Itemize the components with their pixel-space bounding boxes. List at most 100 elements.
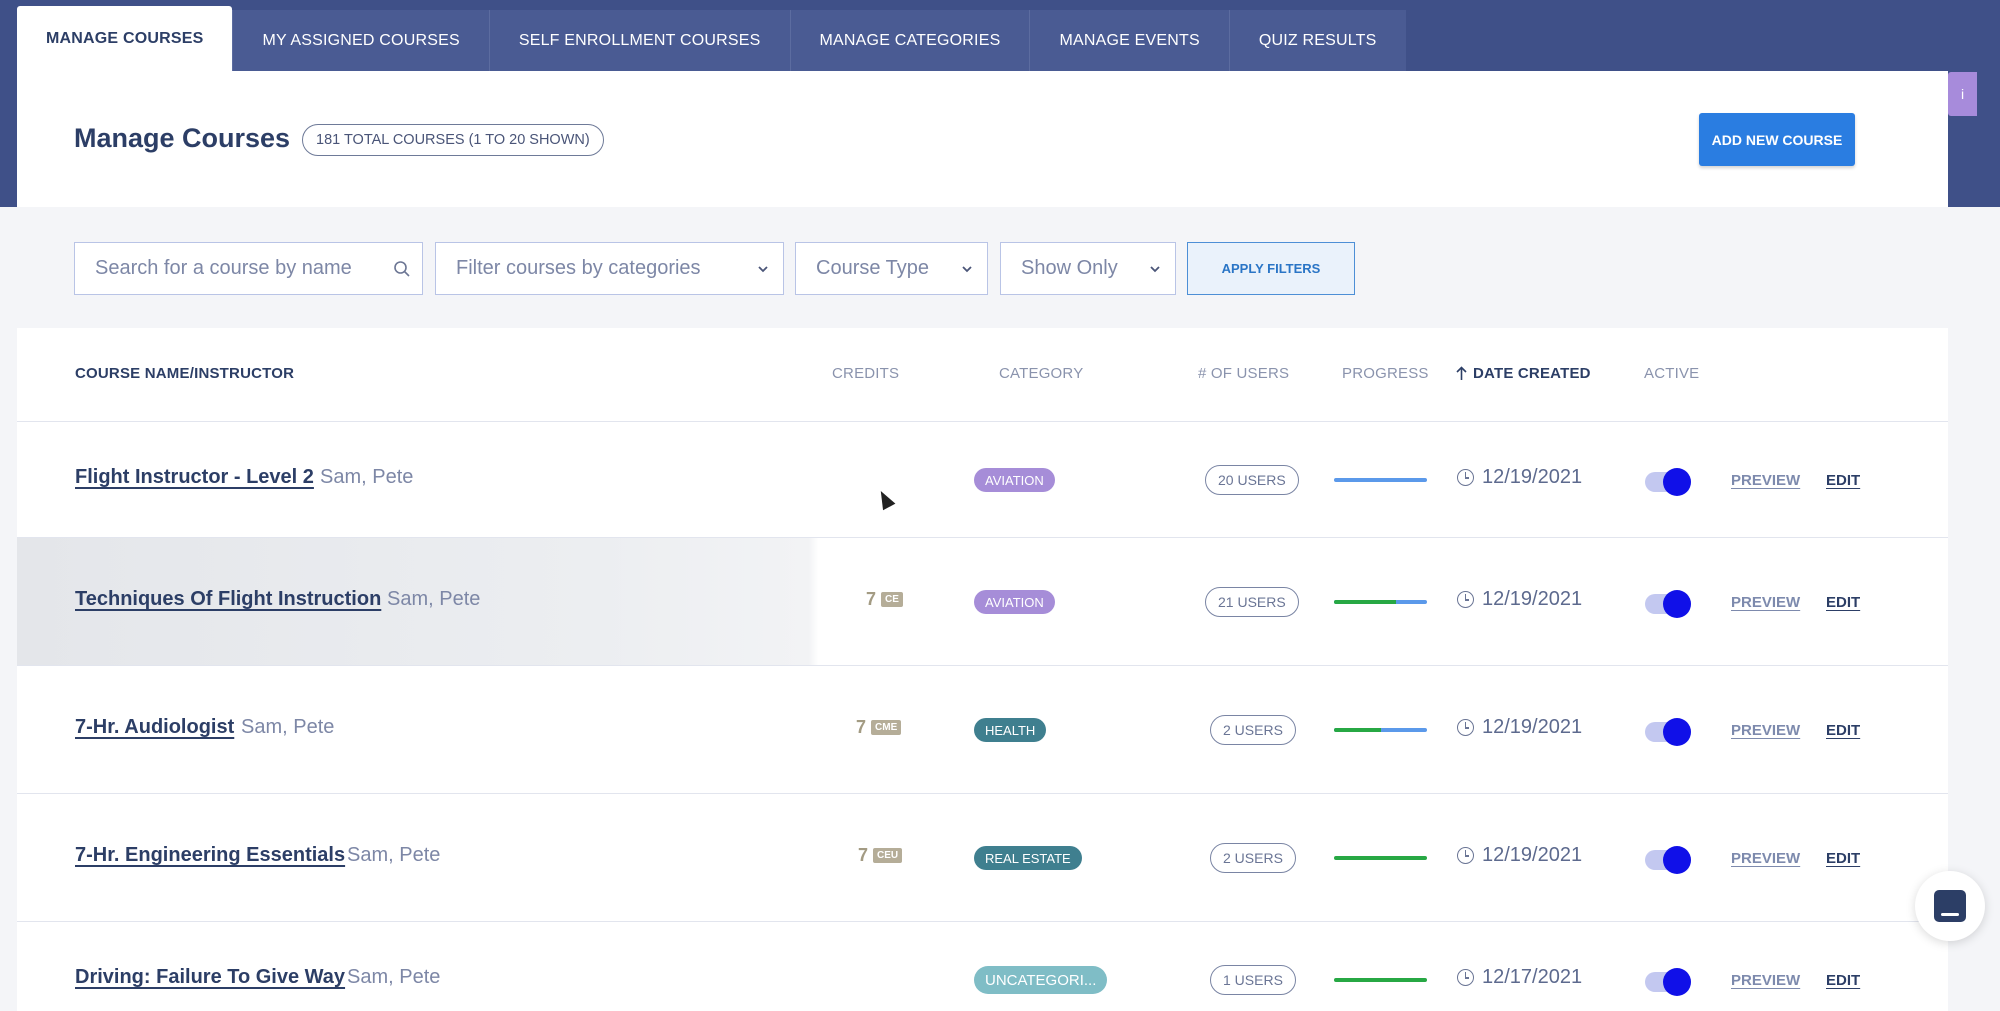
table-row: 7-Hr. Audiologist Sam, Pete 7 CME HEALTH … [17, 666, 1948, 794]
toggle-knob [1663, 468, 1691, 496]
tab-bar: MANAGE COURSES MY ASSIGNED COURSES SELF … [17, 6, 1406, 71]
tab-self-enrollment-courses[interactable]: SELF ENROLLMENT COURSES [488, 10, 790, 71]
date-created: 12/19/2021 [1457, 588, 1582, 611]
category-badge: AVIATION [974, 590, 1055, 614]
users-count-badge[interactable]: 1 USERS [1210, 965, 1296, 995]
progress-bar [1334, 978, 1427, 982]
category-badge: AVIATION [974, 468, 1055, 492]
chat-icon [1934, 890, 1966, 922]
clock-icon [1457, 719, 1474, 736]
column-date-created[interactable]: DATE CREATED [1455, 365, 1591, 382]
users-count-badge[interactable]: 2 USERS [1210, 843, 1296, 873]
table-header: COURSE NAME/INSTRUCTOR CREDITS CATEGORY … [17, 328, 1948, 422]
credit-type-badge: CEU [873, 848, 903, 863]
column-category[interactable]: CATEGORY [999, 365, 1083, 382]
instructor-name: Sam, Pete [347, 844, 441, 866]
toggle-knob [1663, 968, 1691, 996]
table-row: 7-Hr. Engineering Essentials Sam, Pete 7… [17, 794, 1948, 922]
progress-bar [1334, 478, 1427, 482]
instructor-name: Sam, Pete [347, 966, 441, 988]
chevron-down-icon [743, 264, 783, 274]
side-info-tab[interactable]: i [1948, 72, 1977, 116]
date-text: 12/17/2021 [1482, 966, 1583, 988]
progress-bar [1334, 600, 1427, 604]
column-progress[interactable]: PROGRESS [1342, 365, 1429, 382]
active-toggle[interactable] [1645, 968, 1691, 996]
progress-bar [1334, 856, 1427, 860]
date-created: 12/19/2021 [1457, 466, 1582, 489]
preview-link[interactable]: PREVIEW [1731, 472, 1800, 489]
table-row: Techniques Of Flight Instruction Sam, Pe… [17, 538, 1948, 666]
date-text: 12/19/2021 [1482, 716, 1583, 738]
show-only-select[interactable]: Show Only [1000, 242, 1176, 295]
course-count-badge: 181 TOTAL COURSES (1 TO 20 SHOWN) [302, 124, 604, 156]
chevron-down-icon [947, 264, 987, 274]
users-count-badge[interactable]: 20 USERS [1205, 465, 1299, 495]
clock-icon [1457, 591, 1474, 608]
edit-link[interactable]: EDIT [1826, 472, 1860, 489]
credits-value: 7 CE [866, 589, 903, 610]
preview-link[interactable]: PREVIEW [1731, 972, 1800, 989]
course-name-link[interactable]: 7-Hr. Audiologist [75, 716, 234, 739]
progress-bar [1334, 728, 1427, 732]
date-created: 12/19/2021 [1457, 716, 1582, 739]
preview-link[interactable]: PREVIEW [1731, 722, 1800, 739]
credits-value: 7 CME [856, 717, 902, 738]
course-name-link[interactable]: 7-Hr. Engineering Essentials [75, 844, 345, 867]
courses-table: COURSE NAME/INSTRUCTOR CREDITS CATEGORY … [17, 328, 1948, 1011]
table-row: Driving: Failure To Give Way Sam, Pete U… [17, 922, 1948, 1011]
chat-launcher-button[interactable] [1915, 871, 1985, 941]
date-created: 12/19/2021 [1457, 844, 1582, 867]
tab-quiz-results[interactable]: QUIZ RESULTS [1228, 10, 1406, 71]
toggle-knob [1663, 718, 1691, 746]
toggle-knob [1663, 846, 1691, 874]
column-active[interactable]: ACTIVE [1644, 365, 1699, 382]
clock-icon [1457, 969, 1474, 986]
add-new-course-button[interactable]: ADD NEW COURSE [1699, 113, 1855, 166]
active-toggle[interactable] [1645, 590, 1691, 618]
tab-manage-events[interactable]: MANAGE EVENTS [1029, 10, 1229, 71]
edit-link[interactable]: EDIT [1826, 722, 1860, 739]
page-title: Manage Courses [74, 123, 291, 153]
date-text: 12/19/2021 [1482, 588, 1583, 610]
search-input[interactable]: Search for a course by name [74, 242, 423, 295]
users-count-badge[interactable]: 2 USERS [1210, 715, 1296, 745]
column-date-created-label: DATE CREATED [1473, 365, 1591, 382]
chevron-down-icon [1135, 264, 1175, 274]
column-users[interactable]: # OF USERS [1198, 365, 1289, 382]
apply-filters-button[interactable]: APPLY FILTERS [1187, 242, 1355, 295]
preview-link[interactable]: PREVIEW [1731, 594, 1800, 611]
users-count-badge[interactable]: 21 USERS [1205, 587, 1299, 617]
edit-link[interactable]: EDIT [1826, 850, 1860, 867]
category-badge: REAL ESTATE [974, 846, 1082, 870]
clock-icon [1457, 847, 1474, 864]
tab-my-assigned-courses[interactable]: MY ASSIGNED COURSES [232, 10, 489, 71]
toggle-knob [1663, 590, 1691, 618]
course-name-link[interactable]: Flight Instructor - Level 2 [75, 466, 314, 489]
course-type-select[interactable]: Course Type [795, 242, 988, 295]
category-filter-select[interactable]: Filter courses by categories [435, 242, 784, 295]
active-toggle[interactable] [1645, 846, 1691, 874]
category-badge: UNCATEGORI... [974, 966, 1108, 994]
column-course-name[interactable]: COURSE NAME/INSTRUCTOR [75, 365, 294, 382]
instructor-name: Sam, Pete [320, 466, 414, 488]
edit-link[interactable]: EDIT [1826, 972, 1860, 989]
header-panel: Manage Courses 181 TOTAL COURSES (1 TO 2… [17, 71, 1948, 207]
edit-link[interactable]: EDIT [1826, 594, 1860, 611]
date-created: 12/17/2021 [1457, 966, 1582, 989]
course-name-link[interactable]: Techniques Of Flight Instruction [75, 588, 381, 611]
category-badge: HEALTH [974, 718, 1047, 742]
credits-value: 7 CEU [858, 845, 903, 866]
filter-bar: Search for a course by name Filter cours… [17, 207, 1948, 328]
instructor-name: Sam, Pete [387, 588, 481, 610]
active-toggle[interactable] [1645, 468, 1691, 496]
search-icon [382, 260, 422, 278]
column-credits[interactable]: CREDITS [832, 365, 899, 382]
tab-manage-categories[interactable]: MANAGE CATEGORIES [789, 10, 1030, 71]
date-text: 12/19/2021 [1482, 844, 1583, 866]
course-name-link[interactable]: Driving: Failure To Give Way [75, 966, 345, 989]
tab-manage-courses[interactable]: MANAGE COURSES [17, 6, 233, 71]
preview-link[interactable]: PREVIEW [1731, 850, 1800, 867]
active-toggle[interactable] [1645, 718, 1691, 746]
instructor-name: Sam, Pete [241, 716, 335, 738]
